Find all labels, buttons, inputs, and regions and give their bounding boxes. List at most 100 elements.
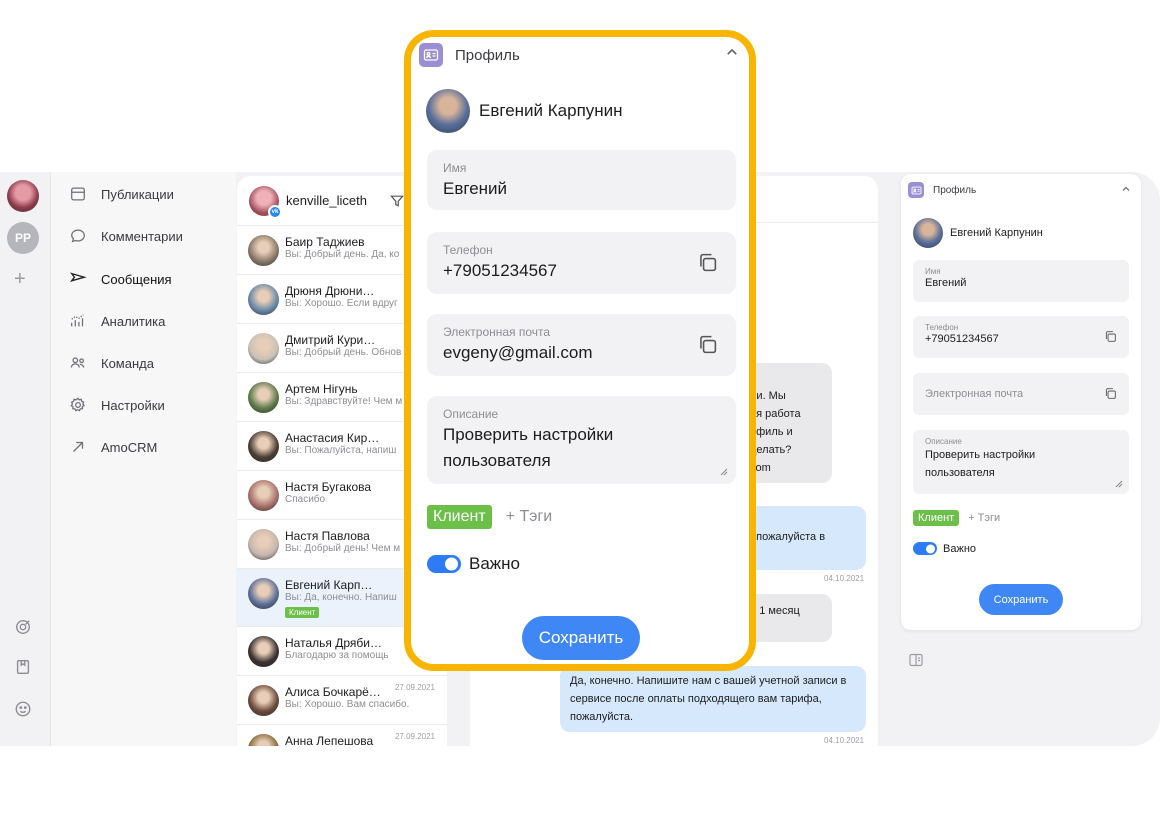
field-value: пользователя — [443, 451, 551, 470]
field-label: Имя — [925, 267, 941, 276]
account-name[interactable]: kenville_liceth — [286, 193, 367, 208]
message-bubble: Да, конечно. Напишите нам с вашей учетно… — [560, 666, 866, 732]
message-text: Да, конечно. Напишите нам с вашей учетно… — [570, 675, 847, 723]
add-tag-button[interactable]: + Тэги — [968, 512, 1000, 524]
message-text: делать? — [750, 444, 792, 456]
target-icon[interactable] — [14, 618, 32, 636]
field-label: Телефон — [925, 323, 959, 332]
resize-handle-icon[interactable] — [720, 468, 728, 476]
field-label: Электронная почта — [443, 325, 551, 339]
bookmark-icon[interactable] — [14, 658, 32, 676]
nav-item-label: Команда — [101, 355, 154, 371]
nav-item-analytics[interactable]: Аналитика — [69, 309, 165, 333]
description-field[interactable]: Описание Проверить настройки пользовател… — [913, 430, 1129, 494]
copy-icon[interactable] — [1104, 330, 1117, 343]
message-timestamp: 04.10.2021 — [824, 574, 865, 583]
conversation-name: Анна Лепешова — [285, 734, 374, 746]
conversation-name: Дмитрий Кури… — [285, 333, 376, 347]
calendar-icon — [71, 187, 85, 201]
team-icon — [70, 357, 85, 368]
chevron-up-icon[interactable] — [1121, 184, 1131, 194]
save-button[interactable]: Сохранить — [522, 616, 640, 660]
avatar — [248, 235, 279, 266]
profile-header[interactable]: Профиль — [419, 43, 520, 67]
tag-client[interactable]: Клиент — [427, 505, 492, 529]
vk-icon: vk — [268, 204, 282, 219]
copy-icon[interactable] — [697, 252, 718, 273]
nav-item-publications[interactable]: Публикации — [69, 182, 174, 206]
copy-icon[interactable] — [697, 334, 718, 355]
conversation-name: Дрюня Дрюни… — [285, 284, 375, 298]
conversation-preview: Вы: Добрый день. Да, ко — [285, 249, 400, 260]
important-toggle[interactable] — [913, 542, 937, 555]
conversation-preview: Вы: Здравствуйте! Чем м — [285, 396, 403, 407]
filter-icon[interactable] — [389, 193, 405, 209]
field-value: Евгений — [443, 179, 508, 198]
gear-icon — [70, 397, 85, 412]
conversation-name: Алиса Бочкарё… — [285, 685, 381, 699]
nav-item-amocrm[interactable]: AmoCRM — [69, 435, 157, 459]
conversation-name: Евгений Карп… — [285, 578, 373, 592]
email-field[interactable]: Электронная почта evgeny@gmail.com — [427, 314, 736, 376]
nav-item-label: Публикации — [101, 186, 174, 202]
profile-title: Профиль — [455, 46, 520, 64]
conversation-name: Артем Нігунь — [285, 382, 358, 396]
profile-card-icon — [908, 182, 924, 198]
message-text: ли. Мы — [750, 390, 786, 402]
important-label: Важно — [943, 542, 977, 555]
field-value: Проверить настройки — [443, 425, 614, 444]
description-field[interactable]: Описание Проверить настройки пользовател… — [427, 396, 736, 484]
phone-field[interactable]: Телефон +79051234567 — [913, 316, 1129, 358]
nav-item-label: Аналитика — [101, 313, 166, 329]
profile-header[interactable]: Профиль — [908, 182, 976, 198]
conversation-date: 27.09.2021 — [394, 732, 435, 741]
avatar — [248, 578, 279, 609]
avatar — [913, 218, 943, 248]
nav-item-comments[interactable]: Комментарии — [69, 224, 183, 248]
name-field[interactable]: Имя Евгений — [913, 260, 1129, 302]
field-value: evgeny@gmail.com — [443, 343, 593, 362]
conversation-preview: Вы: Хорошо. Если вдруг — [285, 298, 398, 309]
account-avatar[interactable] — [7, 180, 39, 212]
nav-item-messages[interactable]: Сообщения — [69, 267, 172, 291]
smile-icon[interactable] — [14, 700, 32, 718]
tags-row: Клиент + Тэги — [427, 505, 552, 529]
profile-title: Профиль — [933, 184, 977, 196]
nav-item-settings[interactable]: Настройки — [69, 393, 165, 417]
add-tag-button[interactable]: + Тэги — [506, 508, 553, 526]
field-value: +79051234567 — [925, 333, 999, 345]
avatar — [248, 284, 279, 315]
field-label: Описание — [925, 437, 962, 446]
name-field[interactable]: Имя Евгений — [427, 150, 736, 210]
avatar — [426, 89, 470, 133]
copy-icon[interactable] — [1104, 387, 1117, 400]
nav-item-team[interactable]: Команда — [69, 351, 154, 375]
conversation-preview: Вы: Да, конечно. Напиш — [285, 592, 397, 603]
email-field[interactable]: Электронная почта — [913, 373, 1129, 415]
save-button[interactable]: Сохранить — [979, 584, 1063, 615]
panel-toggle-icon[interactable] — [908, 652, 924, 668]
account-avatar[interactable]: vk — [249, 185, 282, 219]
chevron-up-icon[interactable] — [725, 45, 739, 59]
avatar — [248, 382, 279, 413]
add-account-button[interactable]: + — [14, 269, 26, 289]
important-toggle[interactable] — [427, 555, 461, 573]
send-icon — [69, 272, 87, 283]
avatar — [248, 480, 279, 511]
field-value: Евгений — [925, 277, 967, 289]
resize-handle-icon[interactable] — [1115, 480, 1123, 488]
profile-panel-highlighted: Профиль Евгений Карпунин Имя Евгений Тел… — [404, 30, 756, 671]
message-text: com — [750, 462, 771, 474]
avatar — [248, 529, 279, 560]
conversation-name: Баир Таджиев — [285, 235, 365, 249]
important-row: Важно — [913, 542, 976, 555]
conversation-preview: Вы: Хорошо. Вам спасибо. — [285, 699, 410, 710]
conversation-row[interactable]: Алиса Бочкарё… Вы: Хорошо. Вам спасибо. 27… — [237, 676, 447, 725]
phone-field[interactable]: Телефон +79051234567 — [427, 232, 736, 294]
account-pp[interactable]: PP — [7, 222, 39, 254]
tag-client[interactable]: Клиент — [913, 510, 960, 526]
conversation-preview: Вы: Добрый день! Чем м — [285, 543, 401, 554]
tags-row: Клиент + Тэги — [913, 510, 1000, 526]
conversation-row[interactable]: Анна Лепешова 27.09.2021 — [237, 725, 447, 746]
nav-item-label: Сообщения — [101, 271, 172, 287]
